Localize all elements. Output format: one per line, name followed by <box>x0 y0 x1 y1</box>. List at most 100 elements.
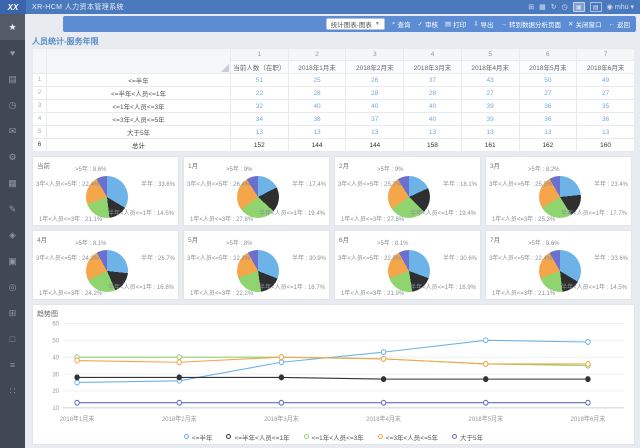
user-menu[interactable]: ◉ mhu ▾ <box>607 3 634 11</box>
pie-slice-label: >5年 : 8.2% <box>528 164 560 173</box>
value-cell[interactable]: 50 <box>519 74 577 87</box>
value-cell[interactable]: 43 <box>461 74 519 87</box>
legend-item[interactable]: <=3年<人员<=5年 <box>378 432 438 442</box>
sidebar-item-clock[interactable]: ◷ <box>0 92 25 118</box>
legend-marker-icon <box>452 434 457 439</box>
value-cell[interactable]: 32 <box>231 100 289 113</box>
value-cell[interactable]: 28 <box>346 87 404 100</box>
toolbar-button-close[interactable]: ✕关闭窗口 <box>568 19 601 29</box>
toolbar-button-label: 导出 <box>481 19 494 29</box>
pie-slice-label: 半年<人员<=1年 : 14.5% <box>108 208 174 217</box>
value-cell[interactable]: 28 <box>404 87 462 100</box>
sidebar-item-gear[interactable]: ⚙ <box>0 144 25 170</box>
value-cell[interactable]: 49 <box>577 74 635 87</box>
sidebar: ★♥▤◷✉⚙▦✎◈▣◎⊞□≡∷ <box>0 14 25 448</box>
value-cell[interactable]: 35 <box>577 100 635 113</box>
sidebar-item-target[interactable]: ◎ <box>0 274 25 300</box>
sidebar-item-star[interactable]: ★ <box>0 14 25 40</box>
value-cell[interactable]: 13 <box>519 126 577 139</box>
sidebar-item-edit[interactable]: ✎ <box>0 196 25 222</box>
value-cell[interactable]: 22 <box>231 87 289 100</box>
expand-icon[interactable]: ⊞ <box>528 4 534 11</box>
window-list-button[interactable]: ▤ <box>590 2 602 12</box>
sidebar-item-plus[interactable]: ⊞ <box>0 300 25 326</box>
value-cell[interactable]: 28 <box>288 87 346 100</box>
sidebar-item-heart[interactable]: ♥ <box>0 40 25 66</box>
sidebar-item-menu[interactable]: ≡ <box>0 352 25 378</box>
legend-label: 大于5年 <box>460 432 483 442</box>
value-cell[interactable]: 26 <box>346 74 404 87</box>
value-cell[interactable]: 39 <box>461 113 519 126</box>
sidebar-item-diamond[interactable]: ◈ <box>0 222 25 248</box>
value-cell[interactable]: 13 <box>288 126 346 139</box>
sidebar-item-grid[interactable]: ▤ <box>0 66 25 92</box>
sidebar-item-mail[interactable]: ✉ <box>0 118 25 144</box>
legend-item[interactable]: <=半年 <box>184 432 213 442</box>
value-cell[interactable]: 13 <box>231 126 289 139</box>
toolbar-button-print[interactable]: ▤打印 <box>445 19 466 29</box>
column-header: 2018年5月末 <box>519 61 577 74</box>
pie-card-title: 1月 <box>188 160 198 170</box>
column-number: 3 <box>346 49 404 61</box>
y-tick-label: 30 <box>52 371 59 378</box>
value-cell[interactable]: 38 <box>288 113 346 126</box>
column-number: 7 <box>577 49 635 61</box>
sidebar-item-chart[interactable]: ▦ <box>0 170 25 196</box>
column-number: 4 <box>404 49 462 61</box>
pie-slice-label: >5年 : 8% <box>226 238 253 247</box>
sidebar-item-dots[interactable]: ∷ <box>0 378 25 404</box>
value-cell[interactable]: 27 <box>461 87 519 100</box>
toolbar-button-search[interactable]: ⌕查询 <box>392 19 411 29</box>
value-cell[interactable]: 40 <box>346 100 404 113</box>
value-cell[interactable]: 37 <box>346 113 404 126</box>
data-point <box>177 355 181 360</box>
value-cell[interactable]: 40 <box>288 100 346 113</box>
history-icon[interactable]: ◷ <box>562 4 568 11</box>
value-cell[interactable]: 13 <box>404 126 462 139</box>
stats-table: 1234567当前人数（在职）2018年1月末2018年2月末2018年3月末2… <box>32 48 635 152</box>
pie-card-7月: 7月半年 : 33.6%半年<人员<=1年 : 14.5%1年<人员<=3年 :… <box>485 230 632 300</box>
legend-item[interactable]: <=半年<人员<=1年 <box>226 432 289 442</box>
value-cell[interactable]: 36 <box>519 100 577 113</box>
value-cell[interactable]: 40 <box>404 113 462 126</box>
value-cell[interactable]: 36 <box>519 113 577 126</box>
sidebar-item-box[interactable]: ▣ <box>0 248 25 274</box>
value-cell[interactable]: 13 <box>577 126 635 139</box>
value-cell[interactable]: 34 <box>231 113 289 126</box>
data-point <box>279 375 283 380</box>
total-value-cell: 162 <box>519 139 577 152</box>
toolbar: 统计图表-图表 ▼ ⌕查询 ✓审核 ▤打印 ⇩导出 →转到数据分析页面 ✕关闭窗口 ←返回 <box>63 16 636 32</box>
trend-chart-card: 趋势图 1020304050602018年1月末2018年2月末2018年3月末… <box>32 304 635 445</box>
toolbar-button-back[interactable]: ←返回 <box>609 19 631 29</box>
toolbar-button-label: 查询 <box>397 19 410 29</box>
value-cell[interactable]: 13 <box>461 126 519 139</box>
data-point <box>75 358 79 363</box>
value-cell[interactable]: 40 <box>404 100 462 113</box>
view-select[interactable]: 统计图表-图表 ▼ <box>326 18 385 30</box>
value-cell[interactable]: 39 <box>461 100 519 113</box>
value-cell[interactable]: 36 <box>577 113 635 126</box>
toolbar-button-label: 转到数据分析页面 <box>509 19 561 29</box>
value-cell[interactable]: 27 <box>577 87 635 100</box>
value-cell[interactable]: 13 <box>346 126 404 139</box>
pie-slice-label: >5年 : 8.1% <box>75 238 107 247</box>
toolbar-button-export[interactable]: ⇩导出 <box>473 19 493 29</box>
column-header: 2018年1月末 <box>288 61 346 74</box>
y-tick-label: 50 <box>52 337 59 344</box>
refresh-icon[interactable]: ↻ <box>551 4 557 11</box>
value-cell[interactable]: 51 <box>231 74 289 87</box>
sidebar-item-doc[interactable]: □ <box>0 326 25 352</box>
value-cell[interactable]: 25 <box>288 74 346 87</box>
apps-icon[interactable]: ▦ <box>539 4 546 11</box>
toolbar-button-check[interactable]: ✓审核 <box>417 19 437 29</box>
value-cell[interactable]: 27 <box>519 87 577 100</box>
toolbar-button-label: 返回 <box>617 19 630 29</box>
legend-marker-icon <box>378 434 383 439</box>
value-cell[interactable]: 37 <box>404 74 462 87</box>
pie-card-1月: 1月半年 : 17.4%半年<人员<=1年 : 19.4%1年<人员<=3年 :… <box>183 156 330 226</box>
legend-item[interactable]: 大于5年 <box>452 432 483 442</box>
window-profile-button[interactable]: ▣ <box>573 2 585 12</box>
toolbar-button-goto[interactable]: →转到数据分析页面 <box>501 19 562 29</box>
legend-item[interactable]: <=1年<人员<=3年 <box>304 432 364 442</box>
data-point <box>177 360 181 365</box>
